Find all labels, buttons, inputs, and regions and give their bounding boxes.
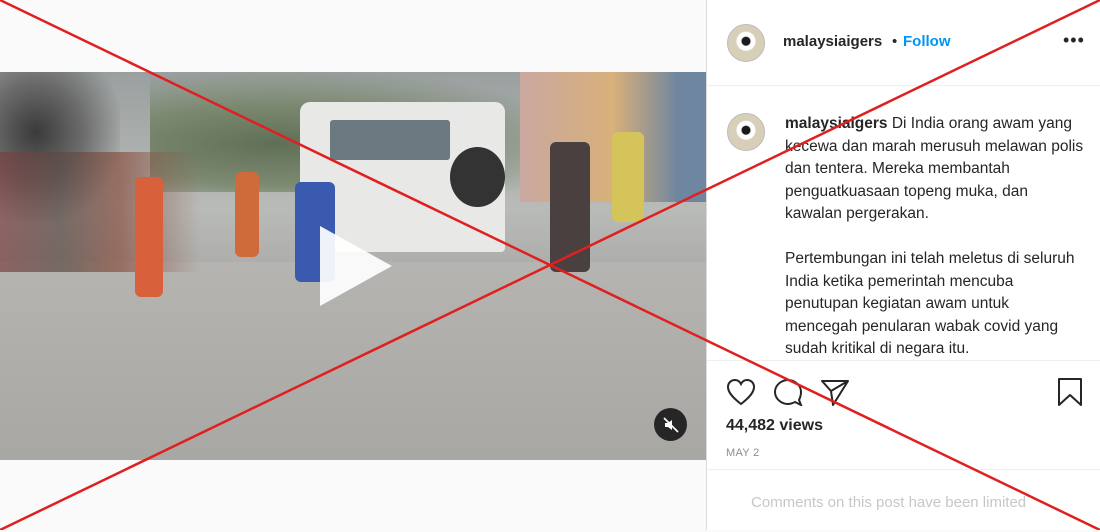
comment-bubble-icon[interactable] [773,378,803,406]
comments-section: Comments on this post have been limited [707,469,1100,532]
play-icon[interactable] [320,226,392,306]
caption-username-link[interactable]: malaysiaigers [785,115,888,132]
bookmark-icon[interactable] [1057,377,1083,407]
post-header: malaysiaigers • Follow ••• [707,0,1100,86]
follow-button[interactable]: Follow [903,33,951,50]
view-count[interactable]: 44,482 views [726,417,823,435]
video-person [612,132,644,222]
caption-avatar[interactable] [727,113,765,151]
muted-speaker-icon[interactable] [654,408,687,441]
post-caption: malaysiaigers Di India orang awam yang k… [785,113,1085,383]
more-options-icon[interactable]: ••• [1063,30,1085,51]
caption-text-2: Pertembungan ini telah meletus di seluru… [785,250,1075,357]
username-link[interactable]: malaysiaigers [783,33,882,50]
heart-icon[interactable] [726,378,756,406]
paper-plane-icon[interactable] [820,378,850,406]
media-pane [0,0,706,530]
video-person [550,142,590,272]
avatar[interactable] [727,24,765,62]
separator-dot: • [892,33,898,50]
comments-limited-notice: Comments on this post have been limited [751,494,1027,511]
post-actions: 44,482 views MAY 2 Comments on this post… [707,360,1100,531]
video-crowd [0,152,200,272]
video-person [235,172,259,257]
post-date[interactable]: MAY 2 [726,447,760,459]
video-person [135,177,163,297]
post-sidebar: malaysiaigers • Follow ••• malaysiaigers… [706,0,1100,530]
post-video[interactable] [0,72,706,460]
